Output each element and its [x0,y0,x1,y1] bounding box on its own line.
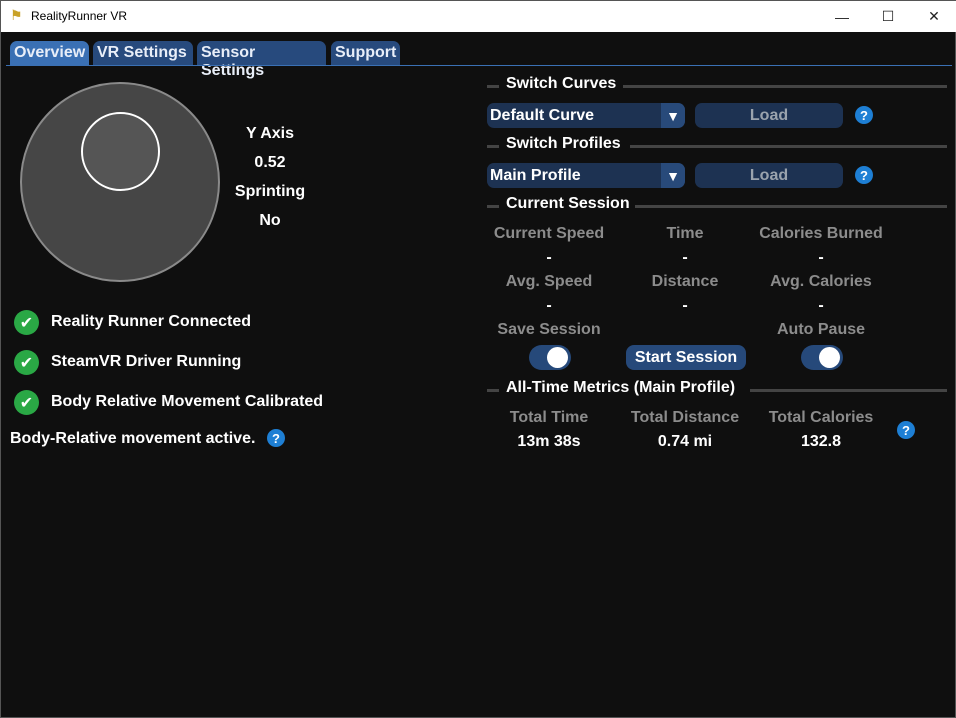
avg-speed-value: - [546,297,552,314]
close-button[interactable]: ✕ [911,1,956,32]
time-label: Time [666,225,704,242]
check-icon: ✔ [14,390,39,415]
profile-selected: Main Profile [490,167,581,184]
total-distance-value: 0.74 mi [657,433,713,450]
status-calibrated: Body Relative Movement Calibrated [51,393,324,410]
total-time-value: 13m 38s [517,433,581,450]
tab-underline [6,65,952,66]
save-session-label: Save Session [497,321,601,338]
status-connected: Reality Runner Connected [51,313,252,330]
tab-overview[interactable]: Overview [10,41,89,65]
curve-selected: Default Curve [490,107,595,124]
auto-pause-toggle[interactable] [801,345,843,370]
help-icon[interactable]: ? [267,429,285,447]
help-icon[interactable]: ? [897,421,915,439]
section-title: All-Time Metrics (Main Profile) [506,379,736,396]
calories-burned-value: - [818,249,824,266]
maximize-button[interactable]: ☐ [865,1,911,32]
app-logo-icon: ⚑ [10,7,23,23]
section-switch-profiles: Switch Profiles [487,135,947,155]
avg-calories-label: Avg. Calories [770,273,872,290]
title-bar: ⚑ RealityRunner VR — ☐ ✕ [1,1,956,32]
total-calories-label: Total Calories [768,409,874,426]
window-title: RealityRunner VR [31,9,128,23]
y-axis-value: 0.52 [254,154,286,171]
joystick-position [81,112,160,191]
section-title: Current Session [506,195,630,212]
profile-dropdown[interactable]: Main Profile ▼ [487,163,685,188]
tab-vr-settings[interactable]: VR Settings [93,41,193,65]
save-session-toggle[interactable] [529,345,571,370]
chevron-down-icon[interactable]: ▼ [661,103,685,128]
distance-value: - [682,297,688,314]
section-all-time-metrics: All-Time Metrics (Main Profile) [487,379,947,399]
tab-sensor-settings[interactable]: Sensor Settings [197,41,326,79]
load-profile-button[interactable]: Load [695,163,843,188]
load-curve-button[interactable]: Load [695,103,843,128]
avg-calories-value: - [818,297,824,314]
help-icon[interactable]: ? [855,166,873,184]
status-driver: SteamVR Driver Running [51,353,242,370]
avg-speed-label: Avg. Speed [505,273,593,290]
minimize-button[interactable]: — [819,1,865,32]
chevron-down-icon[interactable]: ▼ [661,163,685,188]
calories-burned-label: Calories Burned [759,225,883,242]
check-icon: ✔ [14,350,39,375]
check-icon: ✔ [14,310,39,335]
total-time-label: Total Time [509,409,589,426]
tab-support[interactable]: Support [331,41,400,65]
body-relative-text: Body-Relative movement active. [10,430,256,447]
current-speed-value: - [546,249,552,266]
help-icon[interactable]: ? [855,106,873,124]
section-switch-curves: Switch Curves [487,75,947,95]
distance-label: Distance [651,273,719,290]
section-title: Switch Curves [506,75,617,92]
curve-dropdown[interactable]: Default Curve ▼ [487,103,685,128]
time-value: - [682,249,688,266]
section-title: Switch Profiles [506,135,621,152]
sprinting-label: Sprinting [234,183,306,200]
y-axis-label: Y Axis [245,125,295,142]
section-current-session: Current Session [487,195,947,215]
total-distance-label: Total Distance [630,409,740,426]
auto-pause-label: Auto Pause [776,321,866,338]
sprinting-value: No [259,212,281,229]
current-speed-label: Current Speed [493,225,605,242]
start-session-button[interactable]: Start Session [626,345,746,370]
total-calories-value: 132.8 [800,433,842,450]
